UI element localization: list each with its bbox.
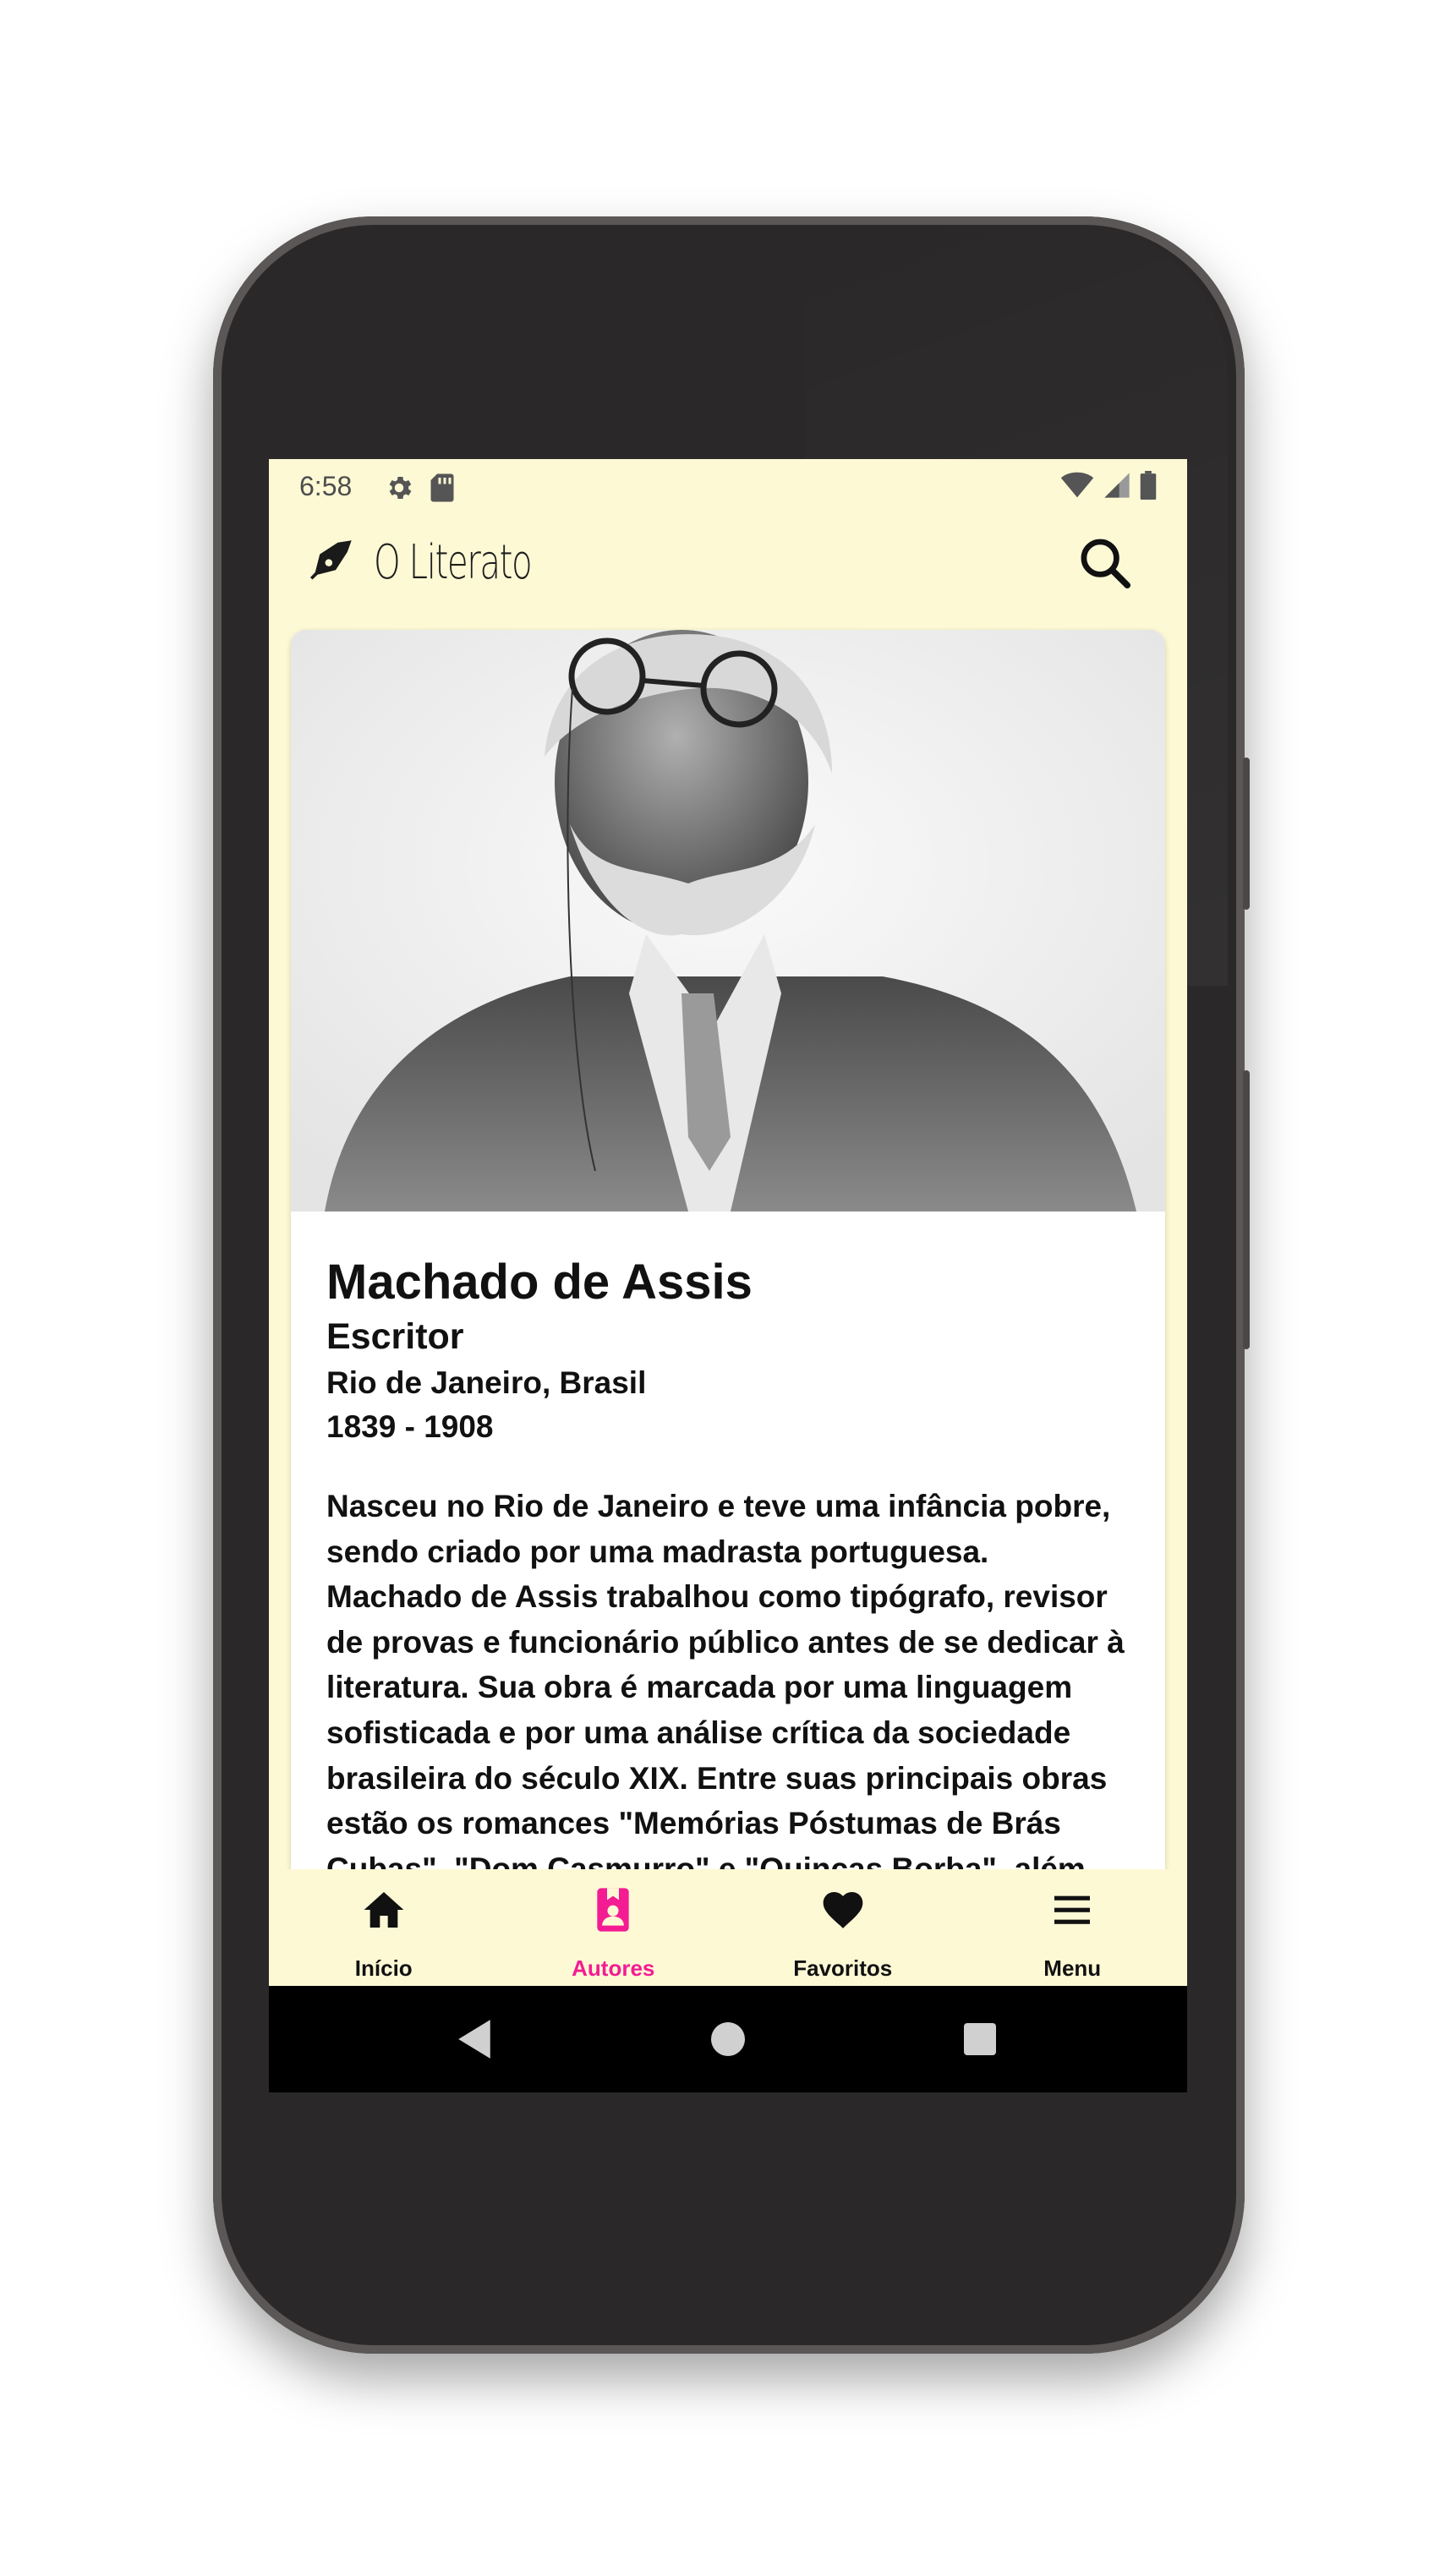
battery-icon [1140, 471, 1157, 500]
sd-card-icon [430, 473, 454, 502]
nav-label: Favoritos [793, 1955, 893, 1981]
app-title: O Literato [374, 535, 533, 590]
signal-icon [1104, 473, 1130, 498]
author-biography: Nasceu no Rio de Janeiro e teve uma infâ… [326, 1489, 1125, 1886]
nav-item-menu[interactable]: Menu [958, 1869, 1188, 1986]
wifi-icon [1060, 472, 1094, 498]
author-lifespan: 1839 - 1908 [326, 1409, 494, 1444]
volume-button [1243, 1070, 1250, 1349]
recent-apps-icon[interactable] [964, 2023, 996, 2055]
author-name: Machado de Assis [326, 1255, 753, 1310]
author-birthplace: Rio de Janeiro, Brasil [326, 1365, 647, 1400]
nav-item-favoritos[interactable]: Favoritos [728, 1869, 958, 1986]
home-icon [364, 1892, 404, 1928]
menu-icon [1054, 1895, 1091, 1924]
heart-icon [823, 1892, 863, 1928]
home-circle-icon[interactable] [711, 2022, 745, 2056]
status-bar: 6:58 [269, 459, 1187, 517]
author-role: Escritor [326, 1316, 464, 1357]
app-screen: 6:58 O Literato Machado de Assis Escrito… [269, 459, 1187, 2092]
back-icon[interactable] [457, 2018, 492, 2060]
nav-label: Autores [572, 1955, 655, 1981]
nav-item-autores[interactable]: Autores [499, 1869, 729, 1986]
bottom-navigation: Início Autores Favoritos Menu [269, 1869, 1187, 1986]
nav-label: Menu [1043, 1955, 1102, 1981]
power-button [1243, 757, 1250, 910]
search-icon[interactable] [1076, 533, 1135, 593]
settings-gear-icon [389, 476, 412, 500]
pen-nib-logo-icon [310, 540, 352, 580]
author-portrait-image [291, 630, 1165, 1211]
nav-label: Início [354, 1955, 413, 1981]
system-navigation-bar [269, 1986, 1187, 2092]
authors-book-icon [597, 1888, 629, 1932]
status-time: 6:58 [299, 471, 353, 501]
nav-item-inicio[interactable]: Início [269, 1869, 499, 1986]
app-bar: O Literato [269, 517, 1187, 610]
